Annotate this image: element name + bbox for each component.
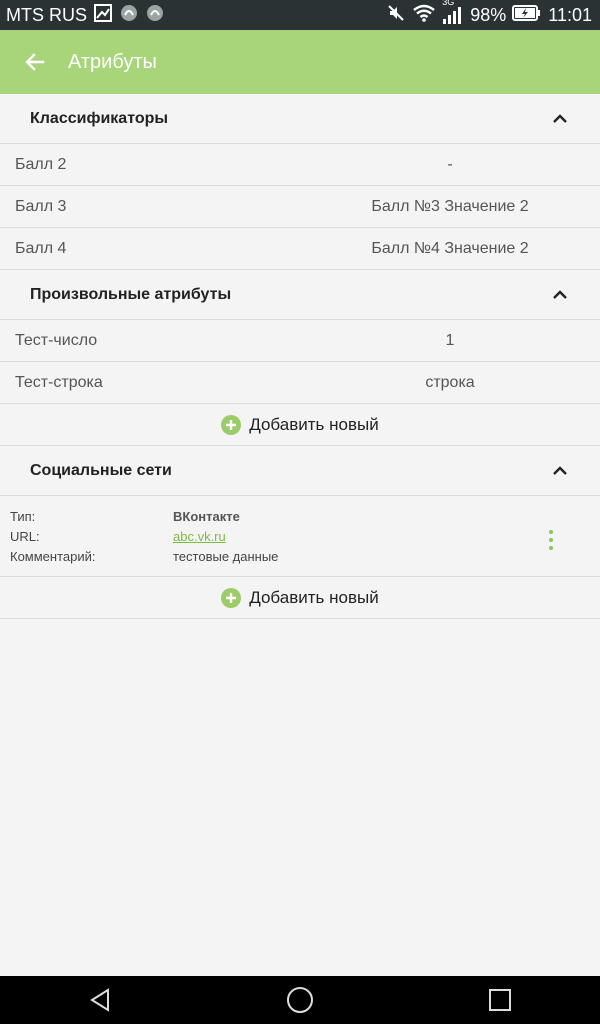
attributes-list: Классификаторы Балл 2 - Балл 3 Балл №3 З…: [0, 94, 600, 619]
attribute-value: Балл №4 Значение 2: [371, 239, 529, 257]
url-label: URL:: [10, 529, 40, 544]
more-options-icon[interactable]: [546, 530, 556, 550]
back-nav-button[interactable]: [76, 976, 124, 1024]
type-label: Тип:: [10, 509, 36, 524]
signal-icon: [443, 7, 462, 24]
type-value: ВКонтакте: [173, 509, 240, 524]
home-nav-button[interactable]: [276, 976, 324, 1024]
page-title: Атрибуты: [68, 50, 157, 73]
add-label: Добавить новый: [249, 587, 379, 607]
attribute-label: Тест-строка: [15, 373, 103, 391]
chevron-up-icon[interactable]: [552, 111, 568, 127]
attribute-value: 1: [445, 331, 455, 349]
section-header-social-networks[interactable]: Социальные сети: [0, 446, 600, 496]
app-notification-icon: [145, 3, 165, 28]
gallery-notification-icon: [93, 3, 113, 28]
status-left: MTS RUS: [6, 3, 165, 28]
triangle-back-icon: [90, 988, 109, 1012]
add-social-network-button[interactable]: Добавить новый: [0, 577, 600, 619]
section-header-classifiers[interactable]: Классификаторы: [0, 94, 600, 144]
section-header-custom-attributes[interactable]: Произвольные атрибуты: [0, 270, 600, 320]
status-bar: MTS RUS 3G 98% 11:01: [0, 0, 600, 30]
navigation-bar: [0, 976, 600, 1024]
wifi-icon: [412, 3, 436, 28]
app-bar: Атрибуты: [0, 30, 600, 94]
clock: 11:01: [548, 4, 592, 25]
mute-icon: [386, 3, 406, 28]
url-link[interactable]: abc.vk.ru: [173, 529, 226, 544]
add-label: Добавить новый: [249, 414, 379, 434]
circle-home-icon: [287, 987, 313, 1013]
back-arrow-icon: [25, 53, 45, 71]
network-type: 3G: [442, 0, 455, 7]
add-attribute-button[interactable]: Добавить новый: [0, 404, 600, 446]
attribute-label: Балл 4: [15, 239, 67, 257]
attribute-label: Балл 2: [15, 155, 67, 173]
chevron-up-icon[interactable]: [552, 287, 568, 303]
add-circle-icon: [221, 414, 242, 435]
section-title: Классификаторы: [30, 109, 169, 127]
battery-charging-icon: [512, 3, 542, 28]
attribute-value: Балл №3 Значение 2: [371, 197, 529, 215]
comment-value: тестовые данные: [173, 549, 279, 564]
attribute-row[interactable]: Тест-строка строка: [0, 362, 600, 404]
attribute-row[interactable]: Балл 2 -: [0, 144, 600, 186]
add-circle-icon: [221, 587, 242, 608]
social-network-item[interactable]: Тип: ВКонтакте URL: abc.vk.ru Комментари…: [0, 496, 600, 577]
attribute-row[interactable]: Балл 3 Балл №3 Значение 2: [0, 186, 600, 228]
app-notification-icon: [119, 3, 139, 28]
battery-percent: 98%: [470, 4, 507, 25]
chevron-up-icon[interactable]: [552, 463, 568, 479]
section-title: Социальные сети: [30, 461, 172, 479]
recents-nav-button[interactable]: [476, 976, 524, 1024]
attribute-label: Тест-число: [15, 331, 98, 349]
attribute-value: -: [447, 155, 453, 173]
section-title: Произвольные атрибуты: [30, 285, 232, 303]
attribute-row[interactable]: Тест-число 1: [0, 320, 600, 362]
carrier-label: MTS RUS: [6, 4, 87, 25]
attribute-value: строка: [425, 373, 475, 391]
status-right: 3G 98% 11:01: [386, 0, 592, 28]
square-recents-icon: [489, 989, 511, 1011]
cell-signal: 3G: [442, 0, 464, 25]
attribute-row[interactable]: Балл 4 Балл №4 Значение 2: [0, 228, 600, 270]
attribute-label: Балл 3: [15, 197, 67, 215]
back-button[interactable]: [22, 49, 48, 75]
comment-label: Комментарий:: [10, 549, 96, 564]
